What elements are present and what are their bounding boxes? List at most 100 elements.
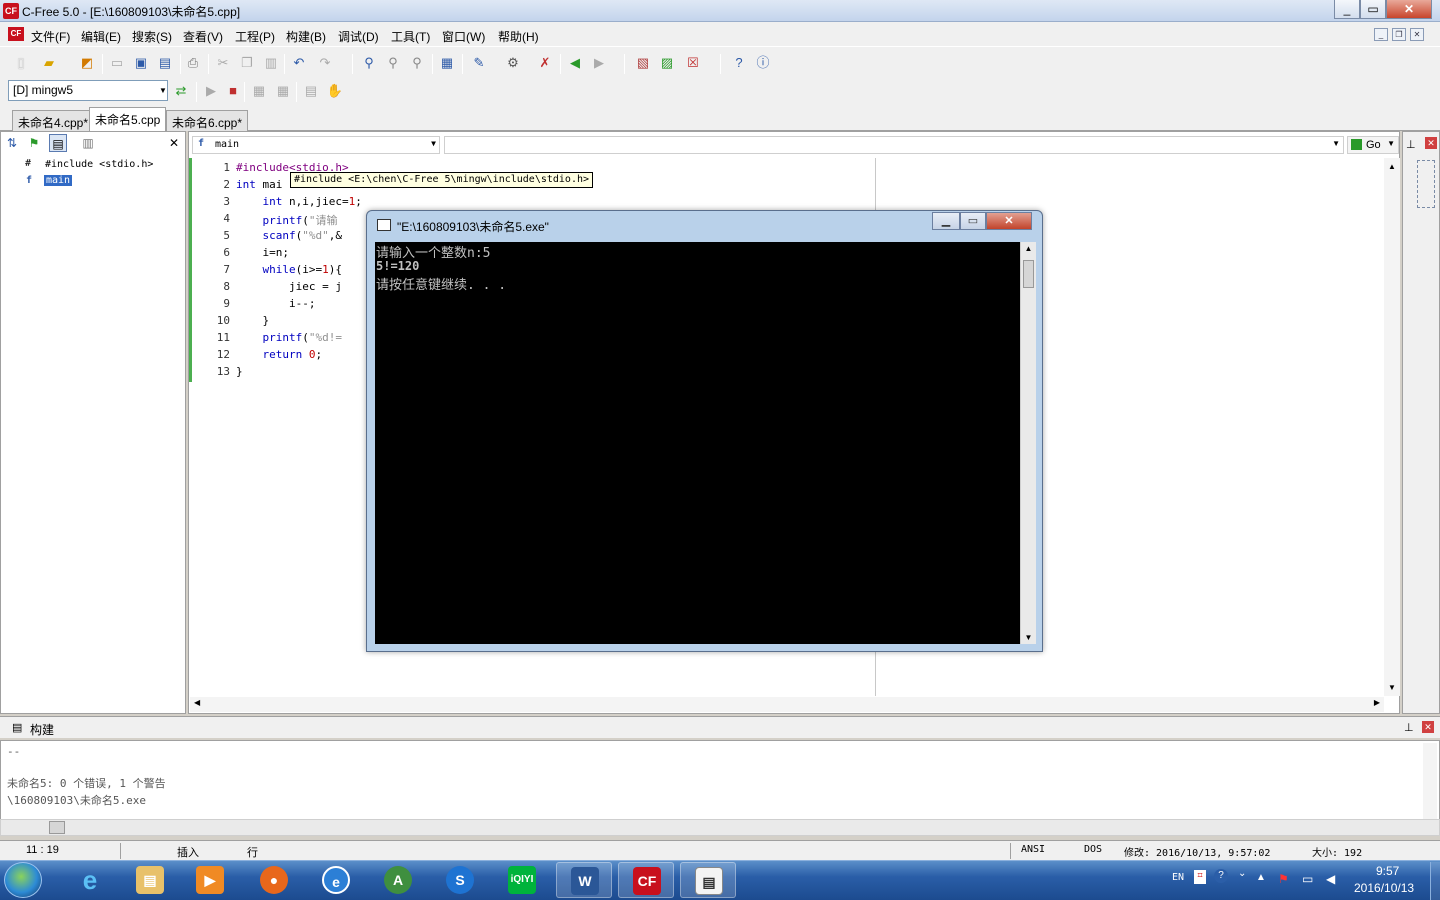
run-icon[interactable]: ▶ xyxy=(202,82,220,100)
build-vscrollbar[interactable] xyxy=(1423,743,1437,819)
undo-icon[interactable]: ↶ xyxy=(290,54,308,72)
taskbar-android-studio[interactable]: A xyxy=(370,862,426,898)
code-line-6[interactable]: i=n; xyxy=(236,246,289,259)
code-line-8[interactable]: jiec = j xyxy=(236,280,342,293)
tab-file-4[interactable]: 未命名4.cpp* xyxy=(12,110,95,131)
scroll-up-icon[interactable]: ▲ xyxy=(1384,162,1400,171)
scroll-up-icon[interactable]: ▲ xyxy=(1021,244,1036,253)
goto-line-icon[interactable]: ▦ xyxy=(438,54,456,72)
editor-vscrollbar[interactable]: ▲ ▼ xyxy=(1384,158,1400,696)
scroll-left-icon[interactable]: ◀ xyxy=(194,698,200,707)
editor-hscrollbar[interactable]: ◀ ▶ xyxy=(190,697,1384,712)
mdi-restore-button[interactable]: ❐ xyxy=(1392,28,1406,41)
taskbar-iqiyi[interactable]: iQIYI xyxy=(494,862,550,898)
function-combo[interactable]: f main ▼ xyxy=(192,136,440,154)
console-scrollbar[interactable]: ▲ ▼ xyxy=(1020,242,1036,644)
mdi-minimize-button[interactable]: _ xyxy=(1374,28,1388,41)
go-button[interactable]: Go ▼ xyxy=(1347,136,1399,154)
back-arrow-icon[interactable]: ◀ xyxy=(566,54,584,72)
console-close-button[interactable]: ✕ xyxy=(986,212,1032,230)
taskbar-firefox[interactable]: ● xyxy=(246,862,302,898)
console-window[interactable]: "E:\160809103\未命名5.exe" ▁ ▭ ✕ 请输入一个整数n:5… xyxy=(366,210,1043,652)
filter-icon[interactable]: ⚑ xyxy=(25,134,43,152)
console-minimize-button[interactable]: ▁ xyxy=(932,212,960,230)
outline-tab[interactable] xyxy=(1417,160,1435,208)
compile-options-icon[interactable]: ⚙ xyxy=(504,54,522,72)
console-maximize-button[interactable]: ▭ xyxy=(960,212,986,230)
paste-icon[interactable]: ▥ xyxy=(262,54,280,72)
code-line-4[interactable]: printf("请输 xyxy=(236,212,338,228)
help-icon[interactable]: ? xyxy=(730,54,748,72)
menu-build[interactable]: 构建(B) xyxy=(286,28,326,45)
code-line-2[interactable]: int mai xyxy=(236,178,282,191)
mdi-close-button[interactable]: ✕ xyxy=(1410,28,1424,41)
menu-edit[interactable]: 编辑(E) xyxy=(81,28,121,45)
show-desktop-button[interactable] xyxy=(1430,862,1440,900)
copy-icon[interactable]: ❐ xyxy=(238,54,256,72)
sort-icon[interactable]: ⇅ xyxy=(3,134,21,152)
save-all-icon[interactable]: ▤ xyxy=(156,54,174,72)
taskbar-ie[interactable]: e xyxy=(62,862,118,898)
file-view-icon[interactable]: ▥ xyxy=(79,134,97,152)
taskbar-cfree[interactable]: CF xyxy=(618,862,674,898)
open-project-icon[interactable]: ◩ xyxy=(78,54,96,72)
menu-tools[interactable]: 工具(T) xyxy=(391,28,430,45)
help-icon[interactable]: ? xyxy=(1214,869,1228,883)
stop-icon[interactable]: ■ xyxy=(224,82,242,100)
build-icon[interactable]: ▦ xyxy=(250,82,268,100)
start-button[interactable] xyxy=(4,862,42,898)
tools-icon[interactable]: ✗ xyxy=(536,54,554,72)
build-hscrollbar[interactable] xyxy=(0,819,1440,836)
taskbar-sogou[interactable]: S xyxy=(432,862,488,898)
panel-close-icon[interactable]: ✕ xyxy=(1425,137,1437,149)
scroll-down-icon[interactable]: ▼ xyxy=(1384,683,1400,692)
scroll-down-icon[interactable]: ▼ xyxy=(1021,633,1036,642)
add-file-icon[interactable]: ▧ xyxy=(634,54,652,72)
title-bar[interactable]: CF C-Free 5.0 - [E:\160809103\未命名5.cpp] … xyxy=(0,0,1440,22)
compiler-select[interactable]: [D] mingw5 ▼ xyxy=(8,80,168,101)
ime-options-icon[interactable]: ⌄ xyxy=(1238,868,1246,879)
network-icon[interactable]: ▭ xyxy=(1302,872,1313,886)
menu-search[interactable]: 搜索(S) xyxy=(132,28,172,45)
taskbar-media-player[interactable]: ▶ xyxy=(182,862,238,898)
code-line-11[interactable]: printf("%d!= xyxy=(236,331,343,344)
close-file-icon[interactable]: ▭ xyxy=(108,54,126,72)
debug-icon[interactable]: ▤ xyxy=(302,82,320,100)
taskbar-console[interactable]: ▤ xyxy=(680,862,736,898)
member-combo[interactable]: ▼ xyxy=(444,136,1344,154)
tab-file-5[interactable]: 未命名5.cpp xyxy=(89,107,167,131)
info-icon[interactable]: ⓘ xyxy=(754,54,772,72)
menu-view[interactable]: 查看(V) xyxy=(183,28,223,45)
pin-icon[interactable]: ⊥ xyxy=(1404,721,1414,734)
menu-project[interactable]: 工程(P) xyxy=(235,28,275,45)
hand-icon[interactable]: ✋ xyxy=(326,82,344,100)
new-file-icon[interactable]: ▯ xyxy=(12,54,30,72)
code-line-12[interactable]: return 0; xyxy=(236,348,323,361)
panel-close-icon[interactable]: ✕ xyxy=(165,134,183,152)
forward-arrow-icon[interactable]: ▶ xyxy=(590,54,608,72)
document-icon[interactable]: CF xyxy=(8,27,24,41)
scroll-thumb[interactable] xyxy=(1023,260,1034,288)
redo-icon[interactable]: ↷ xyxy=(316,54,334,72)
menu-file[interactable]: 文件(F) xyxy=(31,28,70,45)
menu-debug[interactable]: 调试(D) xyxy=(338,28,379,45)
find-next-icon[interactable]: ⚲ xyxy=(384,54,402,72)
remove-file-icon[interactable]: ☒ xyxy=(684,54,702,72)
class-view-icon[interactable]: ▤ xyxy=(49,134,67,152)
pin-icon[interactable]: ⊥ xyxy=(1406,138,1416,151)
menu-help[interactable]: 帮助(H) xyxy=(498,28,539,45)
bookmark-icon[interactable]: ✎ xyxy=(470,54,488,72)
action-center-icon[interactable]: ⚑ xyxy=(1278,872,1289,886)
taskbar-word[interactable]: W xyxy=(556,862,612,898)
tree-function-main[interactable]: main xyxy=(44,175,73,186)
console-output[interactable]: 请输入一个整数n:5 5!=120 请按任意键继续. . . xyxy=(375,242,1020,644)
find-icon[interactable]: ⚲ xyxy=(360,54,378,72)
code-line-9[interactable]: i--; xyxy=(236,297,316,310)
replace-icon[interactable]: ⚲ xyxy=(408,54,426,72)
scroll-right-icon[interactable]: ▶ xyxy=(1374,698,1380,707)
clock-date[interactable]: 2016/10/13 xyxy=(1354,881,1414,895)
panel-close-icon[interactable]: ✕ xyxy=(1422,721,1434,733)
taskbar-explorer[interactable]: ▤ xyxy=(122,862,178,898)
maximize-button[interactable]: ▭ xyxy=(1360,0,1386,19)
switch-compiler-icon[interactable]: ⇄ xyxy=(172,82,190,100)
